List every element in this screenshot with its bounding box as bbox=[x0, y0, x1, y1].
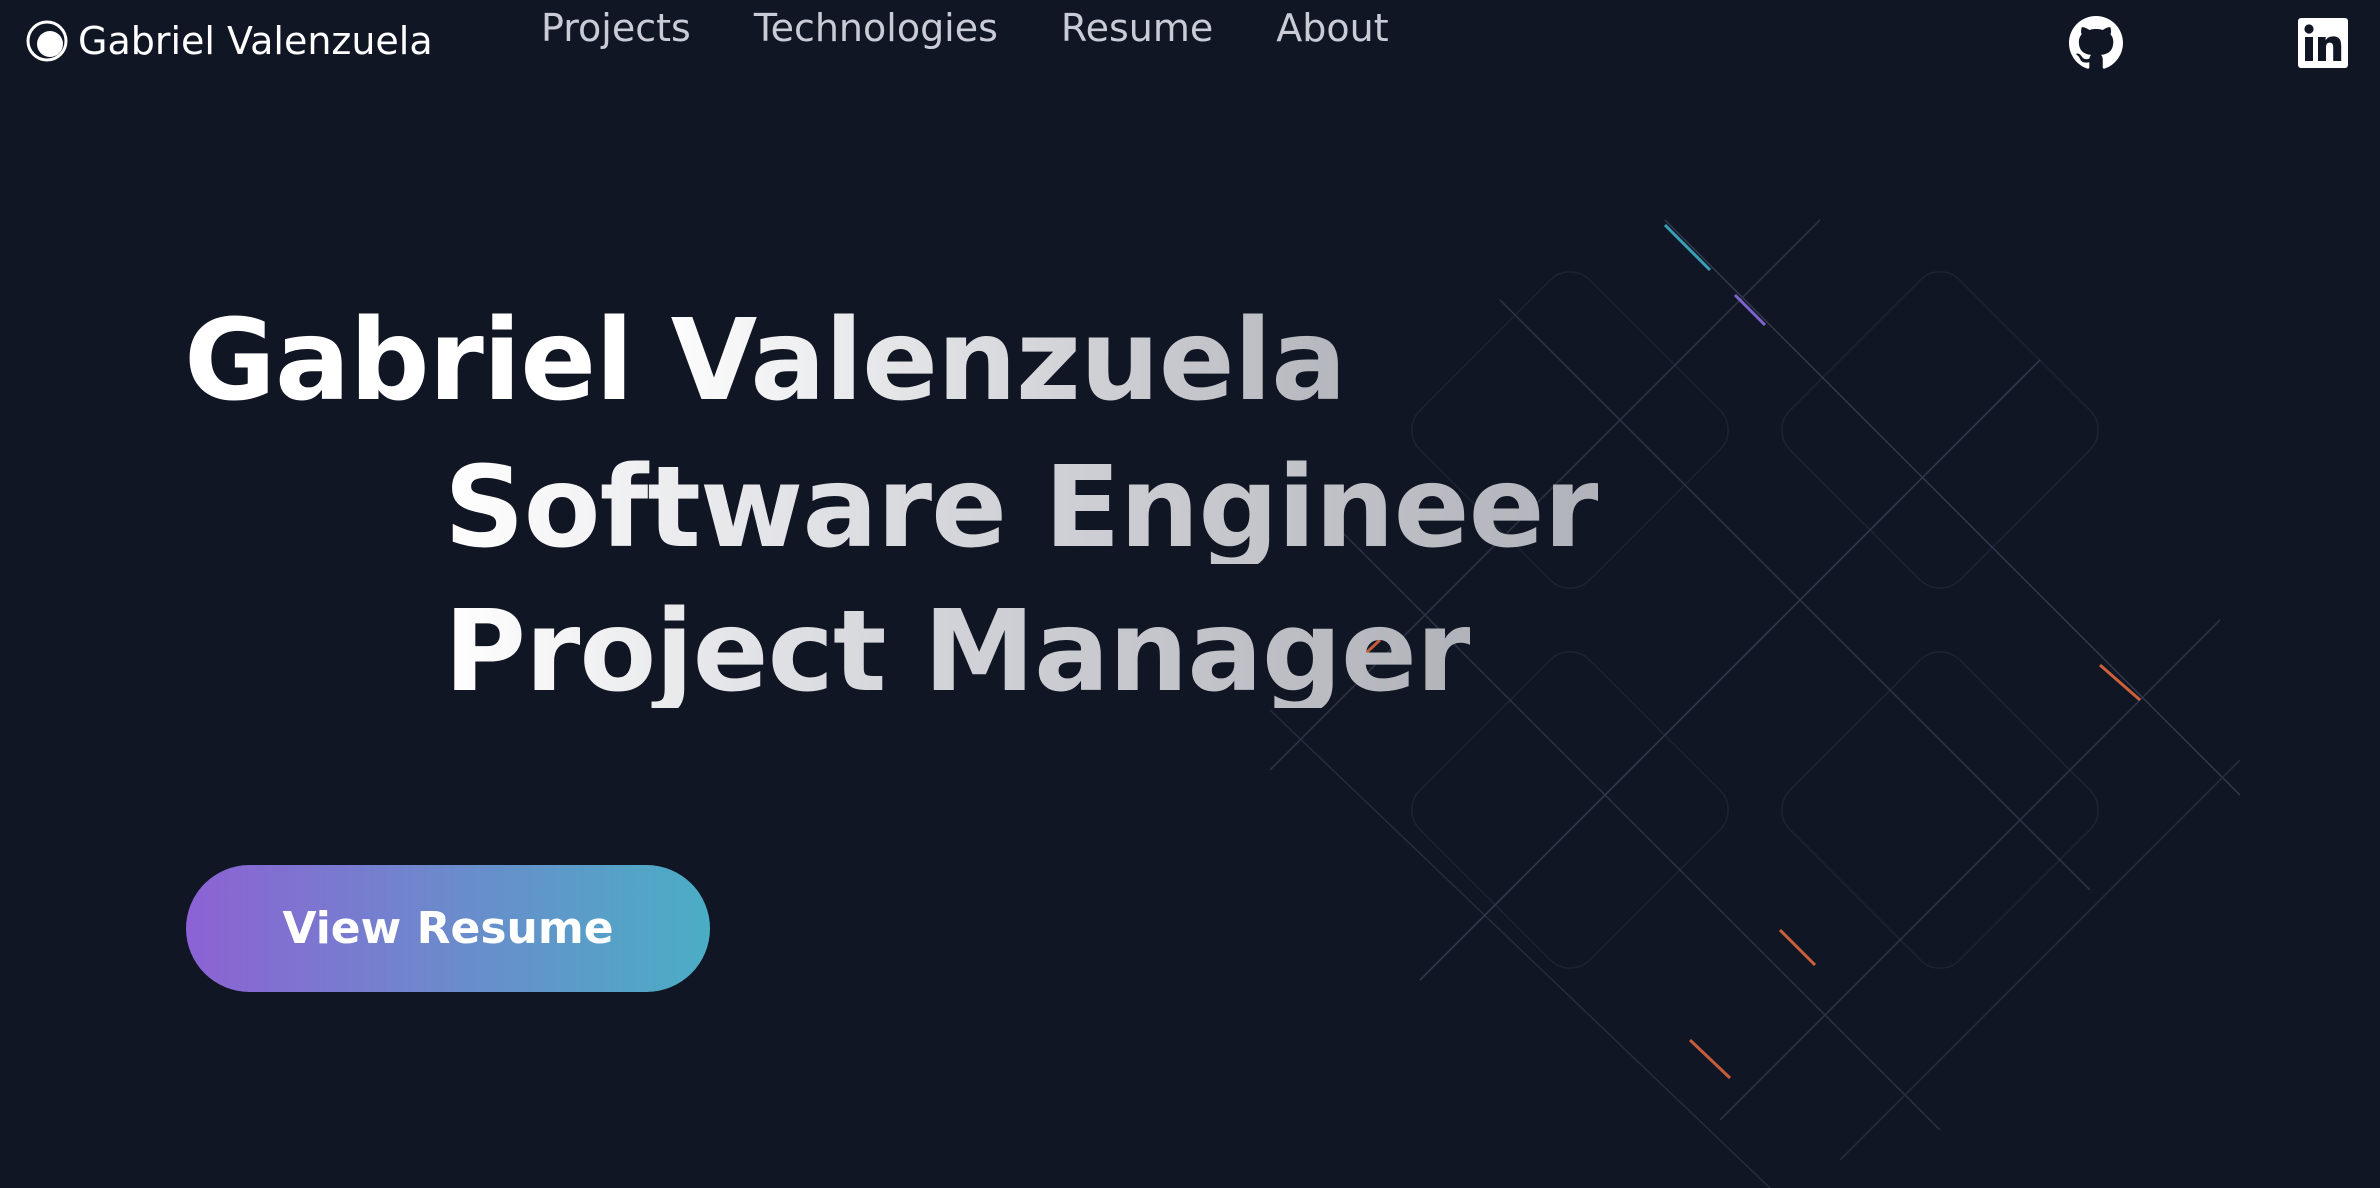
view-resume-button[interactable]: View Resume bbox=[186, 865, 710, 992]
page: Gabriel Valenzuela Projects Technologies… bbox=[0, 0, 2380, 1188]
brand-link[interactable]: Gabriel Valenzuela bbox=[26, 20, 433, 62]
view-resume-label: View Resume bbox=[282, 903, 614, 954]
brand-name: Gabriel Valenzuela bbox=[78, 19, 433, 63]
main-nav: Projects Technologies Resume About bbox=[541, 4, 1389, 52]
nav-link-about[interactable]: About bbox=[1276, 4, 1388, 52]
hero-name: Gabriel Valenzuela bbox=[184, 296, 1347, 426]
logo-icon bbox=[26, 20, 68, 62]
hero-role-project-manager: Project Manager bbox=[444, 587, 1471, 717]
linkedin-icon[interactable] bbox=[2296, 16, 2350, 70]
nav-link-resume[interactable]: Resume bbox=[1061, 4, 1213, 52]
hero-role-software-engineer: Software Engineer bbox=[444, 443, 1599, 573]
nav-link-projects[interactable]: Projects bbox=[541, 4, 691, 52]
site-header: Gabriel Valenzuela Projects Technologies… bbox=[0, 0, 2380, 90]
github-icon[interactable] bbox=[2069, 16, 2123, 70]
nav-link-technologies[interactable]: Technologies bbox=[754, 4, 998, 52]
